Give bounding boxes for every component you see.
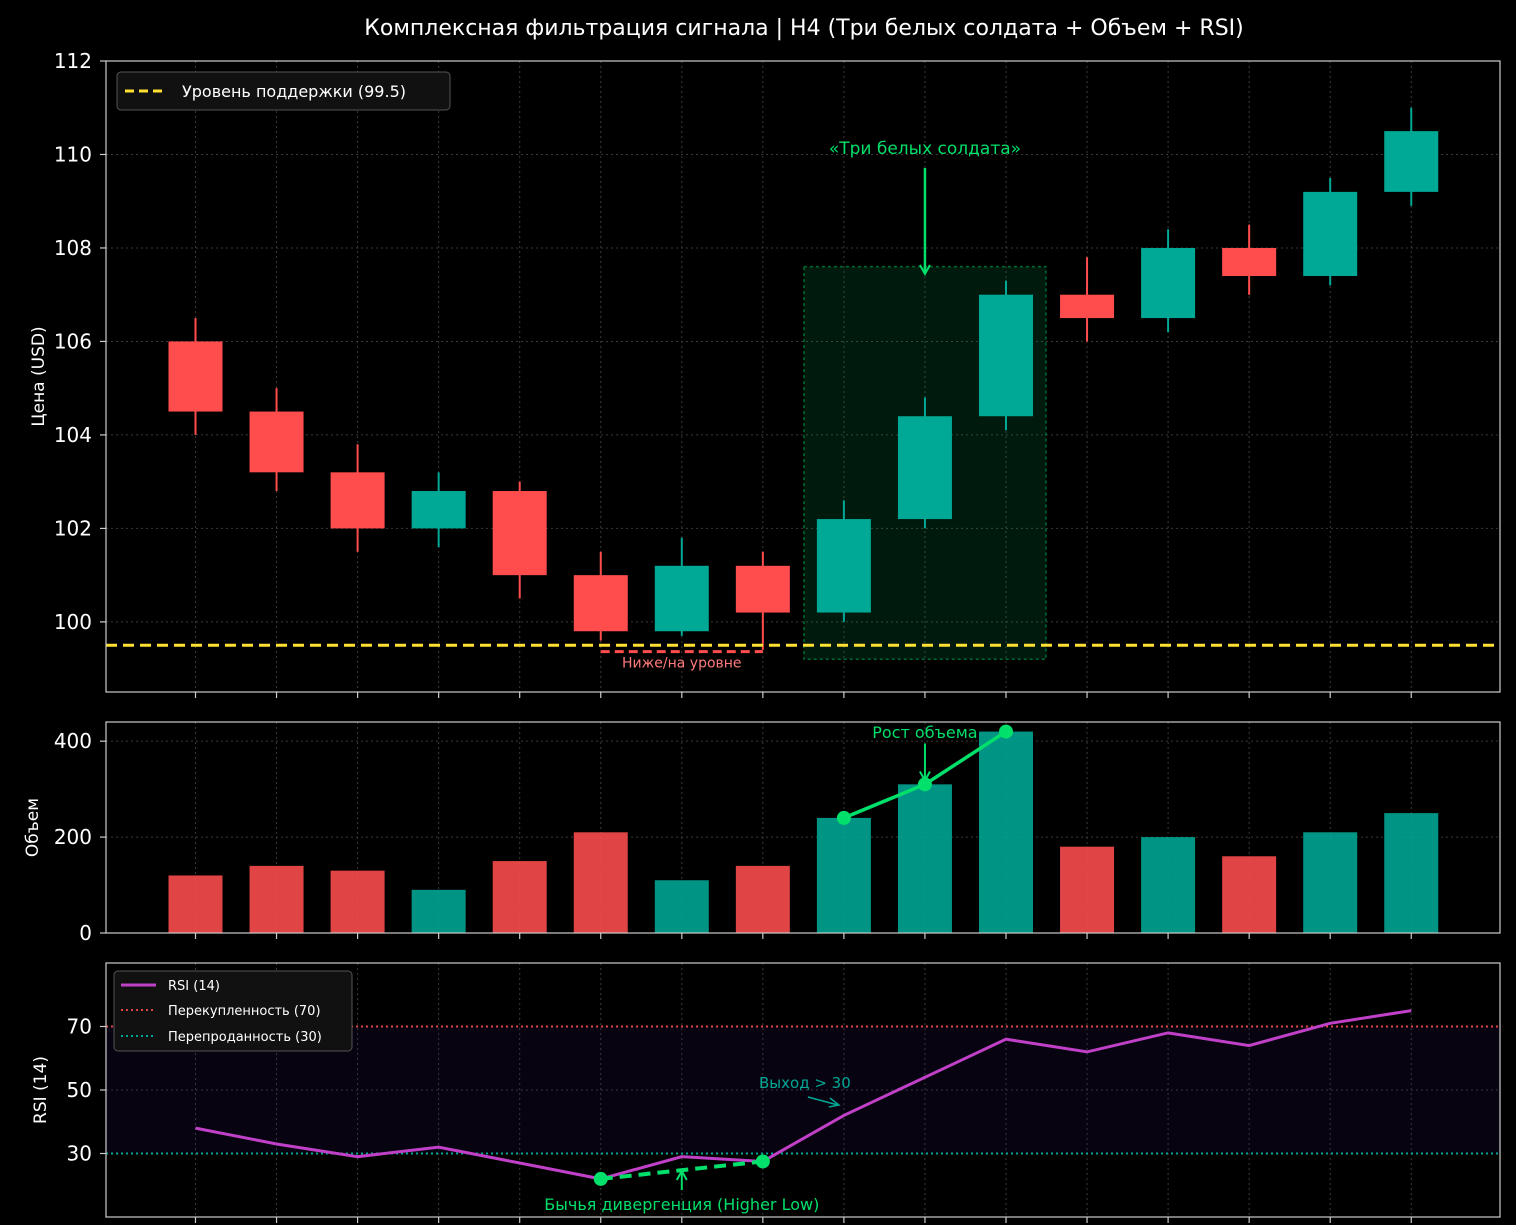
y-tick-label: 200 (54, 825, 92, 849)
price-y-axis: 100 102 104 106 108 110 112 (54, 49, 106, 634)
volume-bar (249, 865, 304, 933)
volume-bar (654, 880, 709, 933)
y-tick-label: 102 (54, 516, 92, 540)
y-tick-label: 108 (54, 236, 92, 260)
pattern-arrow (919, 168, 931, 277)
volume-y-axis: 0 200 400 (54, 729, 106, 945)
price-panel: Ниже/на уровне «Три белых солдата» 10010… (29, 49, 1501, 693)
exit-label: Выход > 30 (759, 1074, 851, 1092)
volume-bar (979, 731, 1033, 933)
candle-body (897, 416, 952, 520)
y-tick-label: 100 (54, 610, 92, 634)
candle-body (168, 341, 223, 412)
candle-body (1060, 294, 1115, 319)
oversold-legend-label: Перепроданность (30) (168, 1030, 322, 1045)
volume-bar (1384, 813, 1439, 933)
candle-body (654, 565, 709, 632)
y-tick-label: 400 (54, 729, 92, 753)
price-grid (106, 60, 1500, 692)
price-frame (105, 60, 1501, 693)
y-tick-label: 110 (54, 142, 92, 166)
candle-body (979, 294, 1033, 417)
candle-body (1303, 191, 1358, 277)
candle-body (1384, 131, 1439, 192)
y-tick-label: 104 (54, 423, 92, 447)
chart-figure: Комплексная фильтрация сигнала | H4 (Три… (23, 16, 1501, 1223)
divergence-point (755, 1154, 770, 1169)
y-tick-label: 30 (67, 1142, 92, 1166)
divergence-point (593, 1171, 608, 1186)
rsi-legend: RSI (14) Перекупленность (70) Перепродан… (113, 970, 353, 1052)
y-tick-label: 70 (67, 1015, 92, 1039)
volume-bar (1303, 832, 1358, 933)
volume-bar (816, 817, 871, 933)
candle-body (492, 491, 547, 576)
rsi-y-axis: 30 50 70 (67, 1015, 106, 1166)
volume-bar (330, 870, 385, 933)
rsi-axis-label: RSI (14) (31, 1056, 51, 1124)
pattern-label: «Три белых солдата» (829, 139, 1021, 159)
price-axis-label: Цена (USD) (29, 326, 49, 426)
candle-body (816, 519, 871, 613)
overbought-legend-label: Перекупленность (70) (168, 1004, 321, 1019)
volume-bar (168, 875, 223, 933)
volume-bar (1222, 856, 1277, 933)
volume-bar (411, 889, 466, 933)
volume-grid (106, 722, 1500, 934)
volume-growth-label: Рост объема (872, 723, 977, 742)
volume-bar (735, 865, 790, 933)
volume-bar (492, 861, 547, 933)
rsi-legend-label: RSI (14) (168, 979, 220, 994)
candle-body (330, 472, 385, 529)
volume-bar (1060, 846, 1115, 933)
candle-body (249, 411, 304, 473)
below-level-label: Ниже/на уровне (622, 656, 742, 672)
volume-bar (573, 832, 628, 933)
divergence-label: Бычья дивергенция (Higher Low) (544, 1195, 819, 1214)
chart-title: Комплексная фильтрация сигнала | H4 (Три… (364, 16, 1243, 41)
candle-body (573, 575, 628, 632)
price-legend-label: Уровень поддержки (99.5) (182, 82, 406, 101)
candle-body (1141, 247, 1196, 319)
candle-body (735, 565, 790, 613)
growth-point (999, 724, 1013, 739)
volume-panel: Рост объема 0 200 400 Объем (23, 721, 1501, 945)
volume-axis-label: Объем (23, 798, 43, 857)
y-tick-label: 50 (67, 1078, 92, 1102)
y-tick-label: 112 (54, 49, 92, 73)
volume-bars (168, 731, 1439, 933)
candle-body (411, 491, 466, 529)
rsi-panel: Бычья дивергенция (Higher Low) Выход > 3… (31, 962, 1501, 1218)
growth-point (836, 810, 851, 825)
y-tick-label: 106 (54, 329, 92, 353)
price-legend: Уровень поддержки (99.5) (116, 71, 451, 111)
y-tick-label: 0 (79, 921, 92, 945)
volume-frame (105, 721, 1501, 934)
volume-bar (897, 784, 952, 933)
volume-bar (1141, 837, 1196, 933)
volume-growth-arrow (919, 743, 931, 783)
candle-body (1222, 247, 1277, 277)
divergence-arrow (675, 1168, 688, 1190)
